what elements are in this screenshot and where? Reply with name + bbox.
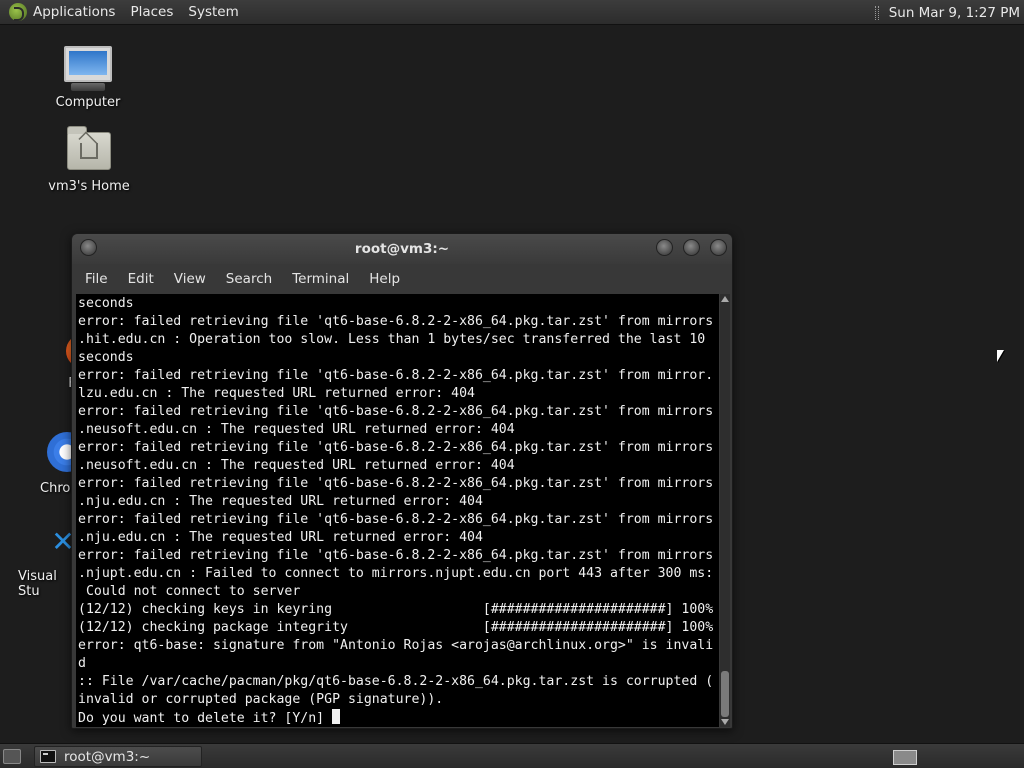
terminal-line: error: failed retrieving file 'qt6-base-… xyxy=(78,314,714,329)
taskbar-button-label: root@vm3:~ xyxy=(64,748,151,765)
home-folder-icon xyxy=(67,126,111,170)
terminal-line: .nju.edu.cn : The requested URL returned… xyxy=(78,530,483,545)
bottom-panel: root@vm3:~ xyxy=(0,743,1024,768)
minimize-button[interactable] xyxy=(656,239,673,256)
terminal-line: error: failed retrieving file 'qt6-base-… xyxy=(78,512,714,527)
terminal-line: seconds xyxy=(78,350,134,365)
terminal-line: error: qt6-base: signature from "Antonio… xyxy=(78,638,714,653)
terminal-line: d xyxy=(78,656,86,671)
terminal-line: .neusoft.edu.cn : The requested URL retu… xyxy=(78,422,515,437)
maximize-button[interactable] xyxy=(683,239,700,256)
window-titlebar[interactable]: root@vm3:~ xyxy=(72,234,732,264)
menu-terminal[interactable]: Terminal xyxy=(292,271,349,287)
workspace-switcher[interactable] xyxy=(893,750,917,765)
terminal-line: .njupt.edu.cn : Failed to connect to mir… xyxy=(78,566,714,581)
terminal-line: :: File /var/cache/pacman/pkg/qt6-base-6… xyxy=(78,674,714,689)
menu-edit[interactable]: Edit xyxy=(128,271,154,287)
menu-file[interactable]: File xyxy=(85,271,108,287)
desktop-icon-home[interactable]: vm3's Home xyxy=(44,126,134,194)
terminal-line: error: failed retrieving file 'qt6-base-… xyxy=(78,440,714,455)
terminal-line: Could not connect to server xyxy=(78,584,301,599)
terminal-line: error: failed retrieving file 'qt6-base-… xyxy=(78,548,714,563)
computer-icon xyxy=(64,46,112,82)
show-desktop-icon[interactable] xyxy=(3,749,21,764)
distro-logo-icon[interactable] xyxy=(9,3,27,21)
terminal-line: error: failed retrieving file 'qt6-base-… xyxy=(78,368,714,383)
terminal-menubar: File Edit View Search Terminal Help xyxy=(72,265,732,293)
terminal-cursor xyxy=(332,709,341,724)
scroll-down-arrow-icon[interactable] xyxy=(721,719,729,725)
top-panel: Applications Places System Sun Mar 9, 1:… xyxy=(0,0,1024,25)
menu-help[interactable]: Help xyxy=(369,271,400,287)
desktop-icon-label: vm3's Home xyxy=(48,179,130,194)
system-menu[interactable]: System xyxy=(188,4,238,20)
terminal-line: seconds xyxy=(78,296,134,311)
clock[interactable]: Sun Mar 9, 1:27 PM xyxy=(889,5,1020,21)
terminal-line: invalid or corrupted package (PGP signat… xyxy=(78,692,444,707)
desktop-icon-computer[interactable]: Computer xyxy=(48,46,128,110)
window-title: root@vm3:~ xyxy=(354,241,450,257)
taskbar-button-terminal[interactable]: root@vm3:~ xyxy=(34,746,202,767)
terminal-line: .nju.edu.cn : The requested URL returned… xyxy=(78,494,483,509)
desktop-icon-label: Computer xyxy=(55,95,121,110)
scrollbar-thumb[interactable] xyxy=(721,671,729,717)
terminal-line: (12/12) checking package integrity [####… xyxy=(78,620,714,635)
close-button[interactable] xyxy=(710,239,727,256)
terminal-line: Do you want to delete it? [Y/n] xyxy=(78,709,719,727)
terminal-scrollbar[interactable] xyxy=(720,294,730,727)
places-menu[interactable]: Places xyxy=(130,4,173,20)
clock-area: Sun Mar 9, 1:27 PM xyxy=(874,0,1020,25)
mouse-pointer-icon xyxy=(997,350,1004,362)
terminal-line: .neusoft.edu.cn : The requested URL retu… xyxy=(78,458,515,473)
terminal-line: lzu.edu.cn : The requested URL returned … xyxy=(78,386,475,401)
scroll-up-arrow-icon[interactable] xyxy=(721,296,729,302)
terminal-line: .hit.edu.cn : Operation too slow. Less t… xyxy=(78,332,706,347)
menu-search[interactable]: Search xyxy=(226,271,272,287)
terminal-line: (12/12) checking keys in keyring [######… xyxy=(78,602,714,617)
terminal-icon xyxy=(40,750,56,763)
terminal-line: error: failed retrieving file 'qt6-base-… xyxy=(78,404,714,419)
terminal-output[interactable]: seconds error: failed retrieving file 'qt… xyxy=(76,294,719,727)
terminal-line: error: failed retrieving file 'qt6-base-… xyxy=(78,476,714,491)
menu-view[interactable]: View xyxy=(174,271,206,287)
applications-menu[interactable]: Applications xyxy=(33,4,115,20)
panel-handle-icon xyxy=(874,5,879,20)
desktop-icon-label: Visual Stu xyxy=(18,569,57,599)
terminal-window[interactable]: root@vm3:~ File Edit View Search Termina… xyxy=(71,233,733,729)
